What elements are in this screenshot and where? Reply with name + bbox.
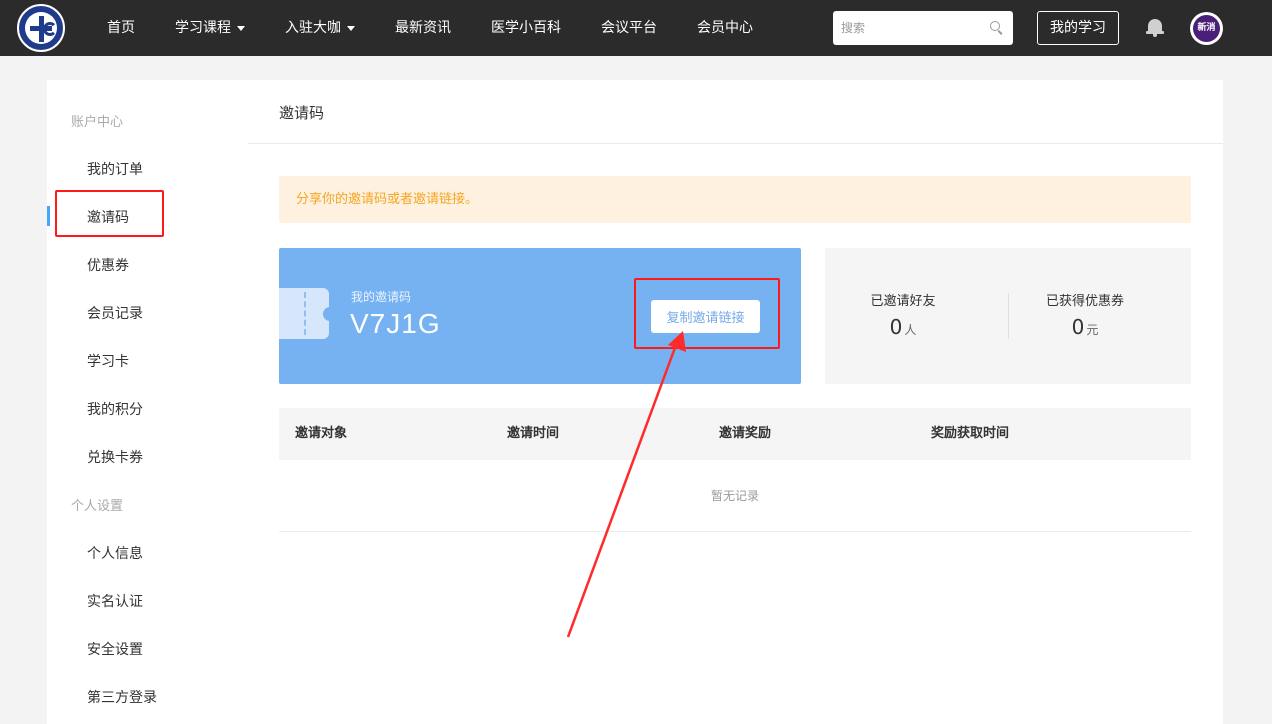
column-header: 邀请奖励 bbox=[719, 426, 772, 441]
main-panel: 邀请码 分享你的邀请码或者邀请链接。 我的邀请码 V7J1G 复制邀请链接 已邀… bbox=[248, 80, 1223, 724]
nav-item-encyclopedia[interactable]: 医学小百科 bbox=[491, 0, 561, 56]
sidebar-item-third-party[interactable]: 第三方登录 bbox=[87, 687, 157, 707]
sidebar-item-verification[interactable]: 实名认证 bbox=[87, 591, 143, 611]
nav-item-news[interactable]: 最新资讯 bbox=[395, 0, 451, 56]
nav-item-courses[interactable]: 学习课程 bbox=[175, 0, 245, 56]
invite-stats-card: 已邀请好友 0人 已获得优惠券 0元 bbox=[825, 248, 1191, 384]
stat-unit: 人 bbox=[904, 323, 917, 337]
nav-item-meetings[interactable]: 会议平台 bbox=[601, 0, 657, 56]
ticket-icon bbox=[279, 288, 337, 339]
invite-code-label: 我的邀请码 bbox=[351, 290, 412, 304]
top-navbar: 首页 学习课程 入驻大咖 最新资讯 医学小百科 会议平台 会员中心 我的学习 新… bbox=[0, 0, 1272, 56]
avatar[interactable]: 新消 bbox=[1190, 12, 1223, 45]
notice-banner: 分享你的邀请码或者邀请链接。 bbox=[279, 176, 1191, 223]
annotation-box bbox=[55, 190, 164, 237]
search-icon[interactable] bbox=[990, 21, 1000, 31]
my-learning-button[interactable]: 我的学习 bbox=[1037, 11, 1119, 45]
invite-code-value: V7J1G bbox=[350, 308, 441, 339]
sidebar: 账户中心 我的订单 邀请码 优惠券 会员记录 学习卡 我的积分 兑换卡券 个人设… bbox=[47, 80, 248, 724]
nav-item-home[interactable]: 首页 bbox=[107, 0, 135, 56]
sidebar-group-account: 账户中心 bbox=[71, 115, 124, 130]
stat-value: 0 bbox=[889, 315, 903, 339]
sidebar-item-security[interactable]: 安全设置 bbox=[87, 639, 143, 659]
stat-coupons-earned: 已获得优惠券 0元 bbox=[1045, 294, 1124, 339]
caret-down-icon bbox=[237, 25, 245, 31]
sidebar-item-study-card[interactable]: 学习卡 bbox=[87, 351, 129, 371]
caret-down-icon bbox=[347, 25, 355, 31]
active-indicator bbox=[47, 206, 50, 226]
bell-icon[interactable] bbox=[1146, 19, 1164, 37]
column-header: 奖励获取时间 bbox=[931, 426, 1010, 441]
page-title: 邀请码 bbox=[279, 104, 325, 122]
stat-invited-friends: 已邀请好友 0人 bbox=[870, 294, 936, 339]
sidebar-item-coupons[interactable]: 优惠券 bbox=[87, 255, 129, 275]
table-header: 邀请对象 邀请时间 邀请奖励 奖励获取时间 bbox=[279, 408, 1191, 460]
nav-item-membership[interactable]: 会员中心 bbox=[697, 0, 753, 56]
table-empty-state: 暂无记录 bbox=[279, 460, 1191, 532]
site-logo[interactable] bbox=[17, 4, 65, 52]
annotation-box bbox=[634, 278, 780, 349]
stat-unit: 元 bbox=[1086, 323, 1099, 337]
divider bbox=[248, 143, 1223, 144]
sidebar-item-points[interactable]: 我的积分 bbox=[87, 399, 143, 419]
stat-value: 0 bbox=[1071, 315, 1085, 339]
stat-divider bbox=[1008, 293, 1009, 339]
avatar-text: 新消 bbox=[1193, 15, 1220, 42]
sidebar-item-redeem[interactable]: 兑换卡券 bbox=[87, 447, 143, 467]
sidebar-item-member-records[interactable]: 会员记录 bbox=[87, 303, 143, 323]
column-header: 邀请时间 bbox=[507, 426, 560, 441]
sidebar-item-orders[interactable]: 我的订单 bbox=[87, 159, 143, 179]
search-input[interactable] bbox=[833, 11, 1013, 45]
nav-item-experts[interactable]: 入驻大咖 bbox=[285, 0, 355, 56]
sidebar-group-personal: 个人设置 bbox=[71, 499, 124, 514]
column-header: 邀请对象 bbox=[295, 426, 348, 441]
sidebar-item-profile[interactable]: 个人信息 bbox=[87, 543, 143, 563]
